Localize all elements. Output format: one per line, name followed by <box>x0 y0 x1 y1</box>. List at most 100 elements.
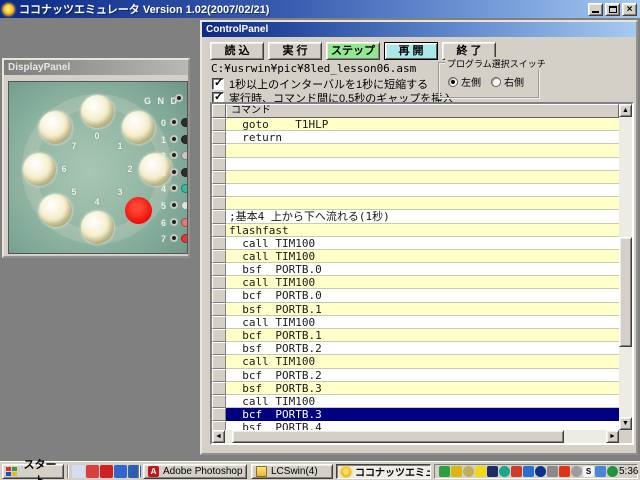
tray-icon-11[interactable] <box>559 466 570 477</box>
minimize-button[interactable] <box>588 3 603 16</box>
command-cell: return <box>226 131 619 144</box>
grid-row[interactable] <box>212 197 619 210</box>
grid-row[interactable] <box>212 144 619 157</box>
command-cell: call TIM100 <box>226 250 619 263</box>
grid-row[interactable]: bsf PORTB.1 <box>212 303 619 316</box>
grid-row[interactable]: goto T1HLP <box>212 118 619 131</box>
quick-launch-icon-2[interactable] <box>86 465 99 478</box>
radio-right-side[interactable]: 右側 <box>491 74 524 89</box>
grid-row[interactable] <box>212 171 619 184</box>
tray-icon-7[interactable] <box>511 466 522 477</box>
pin-label-1: 1 <box>161 135 166 145</box>
grid-row[interactable]: bsf PORTB.0 <box>212 263 619 276</box>
grid-row[interactable]: call TIM100 <box>212 395 619 408</box>
scroll-up-button[interactable]: ▲ <box>619 104 632 117</box>
grid-row[interactable]: bcf PORTB.2 <box>212 369 619 382</box>
tray-icon-12[interactable] <box>571 466 582 477</box>
start-button[interactable]: スタート <box>2 464 64 479</box>
command-cell: bcf PORTB.3 <box>226 408 619 421</box>
tray-icon-15[interactable] <box>607 466 618 477</box>
taskbar-separator <box>67 465 69 478</box>
row-header-cell <box>212 382 226 395</box>
led-1 <box>122 111 155 144</box>
horizontal-scrollbar[interactable]: ◄ ► <box>212 430 619 443</box>
led-3-lit <box>125 197 152 224</box>
grid-row[interactable]: bsf PORTB.4 <box>212 421 619 430</box>
row-header-cell <box>212 171 226 184</box>
horizontal-scroll-thumb[interactable] <box>232 430 564 443</box>
tray-icon-3[interactable] <box>463 466 474 477</box>
command-cell: bsf PORTB.1 <box>226 303 619 316</box>
tray-icon-14[interactable] <box>595 466 606 477</box>
grid-row[interactable]: return <box>212 131 619 144</box>
tray-icon-1[interactable] <box>439 466 450 477</box>
scroll-down-button[interactable]: ▼ <box>619 417 632 430</box>
photoshop-icon: A <box>148 466 159 477</box>
close-button[interactable]: × <box>622 3 637 16</box>
vertical-scroll-thumb[interactable] <box>619 237 632 347</box>
quick-launch-icon-4[interactable] <box>114 465 127 478</box>
led-4 <box>81 211 114 244</box>
grid-row[interactable]: bcf PORTB.1 <box>212 329 619 342</box>
task-button-lcswin[interactable]: LCSwin(4) <box>251 464 333 479</box>
row-header-cell <box>212 144 226 157</box>
grid-row[interactable]: call TIM100 <box>212 355 619 368</box>
control-panel-titlebar[interactable]: ControlPanel <box>202 22 636 37</box>
load-button[interactable]: 読 込 <box>210 42 264 60</box>
grid-row[interactable]: flashfast <box>212 224 619 237</box>
scroll-left-button[interactable]: ◄ <box>212 430 225 443</box>
task-button-emulator[interactable]: ココナッツエミュレータ V... <box>336 464 431 479</box>
vertical-scrollbar[interactable]: ▲ ▼ <box>619 104 632 430</box>
restore-button[interactable] <box>605 3 620 16</box>
led-7 <box>39 111 72 144</box>
interval-shorten-checkbox[interactable]: ✓ <box>212 78 224 90</box>
grid-row[interactable]: call TIM100 <box>212 237 619 250</box>
system-tray: S 5:36 <box>434 464 638 479</box>
led-2 <box>139 153 172 186</box>
grid-row[interactable]: call TIM100 <box>212 316 619 329</box>
radio-left-circle[interactable] <box>448 77 458 87</box>
run-button[interactable]: 実 行 <box>268 42 322 60</box>
grid-corner-cell <box>212 104 226 118</box>
row-header-cell <box>212 237 226 250</box>
task-label: Adobe Photoshop <box>163 466 243 477</box>
main-window-titlebar[interactable]: ココナッツエミュレータ Version 1.02(2007/02/21) × <box>0 0 640 18</box>
display-panel-titlebar[interactable]: DisplayPanel <box>4 60 188 75</box>
quick-launch-icon-1[interactable] <box>72 465 85 478</box>
pin-label-0: 0 <box>161 118 166 128</box>
minimize-icon <box>592 11 599 13</box>
led-5 <box>39 194 72 227</box>
grid-row[interactable]: bcf PORTB.3 <box>212 408 619 421</box>
led-number-label: 7 <box>71 141 76 151</box>
task-button-photoshop[interactable]: A Adobe Photoshop <box>143 464 247 479</box>
tray-icon-2[interactable] <box>451 466 462 477</box>
grid-row[interactable]: ;基本4 上から下へ流れる(1秒) <box>212 210 619 223</box>
pin-hole <box>170 118 178 126</box>
row-header-cell <box>212 289 226 302</box>
radio-left-side[interactable]: 左側 <box>448 74 481 89</box>
grid-row[interactable] <box>212 158 619 171</box>
command-cell: bcf PORTB.1 <box>226 329 619 342</box>
scroll-right-button[interactable]: ► <box>606 430 619 443</box>
tray-icon-6[interactable] <box>499 466 510 477</box>
tray-icon-13[interactable]: S <box>583 466 594 477</box>
tray-icon-10[interactable] <box>547 466 558 477</box>
tray-icon-9[interactable] <box>535 466 546 477</box>
grid-row[interactable] <box>212 184 619 197</box>
tray-icon-5[interactable] <box>487 466 498 477</box>
step-button[interactable]: ステップ <box>326 42 380 60</box>
grid-row[interactable]: bsf PORTB.3 <box>212 382 619 395</box>
command-cell: bsf PORTB.3 <box>226 382 619 395</box>
grid-row[interactable]: call TIM100 <box>212 250 619 263</box>
grid-row[interactable]: bsf PORTB.2 <box>212 342 619 355</box>
grid-row[interactable]: call TIM100 <box>212 276 619 289</box>
tray-icon-4[interactable] <box>475 466 486 477</box>
quick-launch-icon-3[interactable] <box>100 465 113 478</box>
resume-button[interactable]: 再 開 <box>384 42 438 60</box>
tray-icon-8[interactable] <box>523 466 534 477</box>
led-number-label: 3 <box>117 187 122 197</box>
command-cell <box>226 158 619 171</box>
radio-right-circle[interactable] <box>491 77 501 87</box>
grid-row[interactable]: bcf PORTB.0 <box>212 289 619 302</box>
pin-wire-dot <box>181 118 188 127</box>
